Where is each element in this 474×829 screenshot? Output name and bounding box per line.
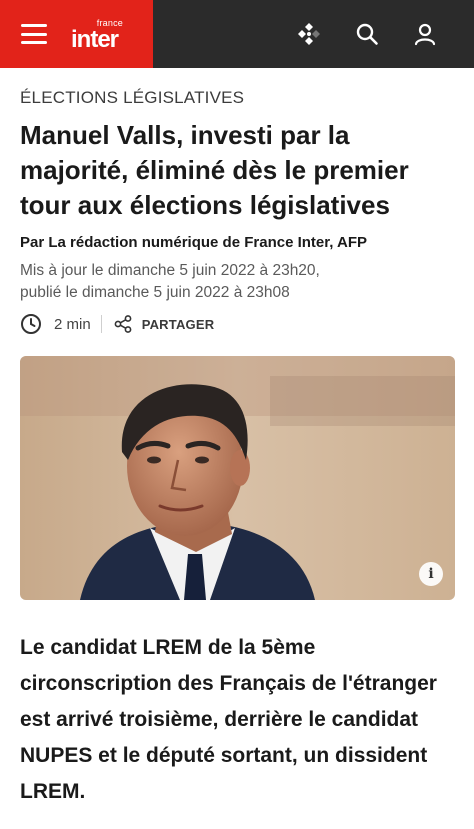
article-category[interactable]: ÉLECTIONS LÉGISLATIVES <box>20 88 244 108</box>
share-label: PARTAGER <box>141 316 215 332</box>
updated-date: Mis à jour le dimanche 5 juin 2022 à 23h… <box>20 262 320 279</box>
france-inter-logo[interactable]: france inter <box>71 16 127 53</box>
photo-info-button[interactable]: i <box>419 562 443 586</box>
article-lead: Le candidat LREM de la 5ème circonscript… <box>20 636 437 803</box>
user-icon <box>414 23 436 46</box>
clock-icon <box>21 314 41 334</box>
header-actions <box>153 0 474 68</box>
meta-divider <box>100 315 102 333</box>
article-byline: Par La rédaction numérique de France Int… <box>20 234 368 251</box>
article-meta: 2 min PARTAGER <box>20 312 214 336</box>
brand-block: france inter <box>0 0 153 68</box>
account-button[interactable] <box>396 0 454 68</box>
logo-big-text: inter <box>71 26 119 53</box>
share-button[interactable]: PARTAGER <box>114 315 215 333</box>
portrait-illustration <box>20 356 455 600</box>
search-button[interactable] <box>338 0 396 68</box>
article-dates: Mis à jour le dimanche 5 juin 2022 à 23h… <box>20 260 320 304</box>
reading-time: 2 min <box>54 315 91 333</box>
radio-live-icon <box>298 23 320 45</box>
article-photo[interactable]: i <box>20 356 455 600</box>
published-date: publié le dimanche 5 juin 2022 à 23h08 <box>20 284 290 301</box>
article-title: Manuel Valls, investi par la majorité, é… <box>20 120 409 220</box>
hamburger-menu-icon[interactable] <box>21 24 47 44</box>
share-icon <box>114 315 132 333</box>
search-icon <box>356 23 378 45</box>
radio-live-button[interactable] <box>280 0 338 68</box>
top-navigation-bar: france inter <box>0 0 474 68</box>
